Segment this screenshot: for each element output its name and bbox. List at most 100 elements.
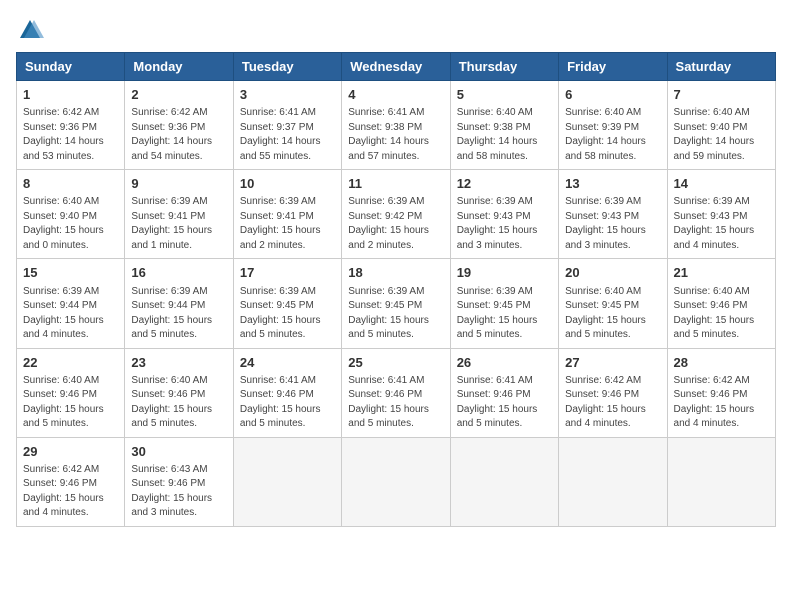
day-number: 18 bbox=[348, 264, 443, 282]
calendar-cell: 4 Sunrise: 6:41 AMSunset: 9:38 PMDaylight… bbox=[342, 81, 450, 170]
day-number: 25 bbox=[348, 354, 443, 372]
day-info: Sunrise: 6:39 AMSunset: 9:41 PMDaylight:… bbox=[131, 195, 226, 253]
day-number: 28 bbox=[674, 354, 769, 372]
calendar-cell: 14 Sunrise: 6:39 AMSunset: 9:43 PMDayligh… bbox=[667, 170, 775, 259]
day-number: 17 bbox=[240, 264, 335, 282]
day-info: Sunrise: 6:41 AMSunset: 9:37 PMDaylight:… bbox=[240, 106, 335, 164]
day-number: 22 bbox=[23, 354, 118, 372]
day-info: Sunrise: 6:42 AMSunset: 9:36 PMDaylight:… bbox=[23, 106, 118, 164]
day-info: Sunrise: 6:39 AMSunset: 9:44 PMDaylight:… bbox=[131, 285, 226, 343]
day-number: 15 bbox=[23, 264, 118, 282]
calendar-cell: 16 Sunrise: 6:39 AMSunset: 9:44 PMDayligh… bbox=[125, 259, 233, 348]
column-header-thursday: Thursday bbox=[450, 53, 558, 81]
day-info: Sunrise: 6:39 AMSunset: 9:41 PMDaylight:… bbox=[240, 195, 335, 253]
calendar-week-3: 15 Sunrise: 6:39 AMSunset: 9:44 PMDayligh… bbox=[17, 259, 776, 348]
calendar-cell: 28Sunrise: 6:42 AMSunset: 9:46 PMDayligh… bbox=[667, 348, 775, 437]
column-header-sunday: Sunday bbox=[17, 53, 125, 81]
day-number: 1 bbox=[23, 86, 118, 104]
day-number: 21 bbox=[674, 264, 769, 282]
day-number: 8 bbox=[23, 175, 118, 193]
calendar-cell bbox=[559, 437, 667, 526]
calendar-cell: 15 Sunrise: 6:39 AMSunset: 9:44 PMDayligh… bbox=[17, 259, 125, 348]
calendar-week-1: 1 Sunrise: 6:42 AMSunset: 9:36 PMDaylight… bbox=[17, 81, 776, 170]
calendar-header-row: SundayMondayTuesdayWednesdayThursdayFrid… bbox=[17, 53, 776, 81]
day-info: Sunrise: 6:41 AMSunset: 9:46 PMDaylight:… bbox=[240, 374, 335, 432]
day-number: 20 bbox=[565, 264, 660, 282]
day-info: Sunrise: 6:39 AMSunset: 9:43 PMDaylight:… bbox=[457, 195, 552, 253]
calendar-table: SundayMondayTuesdayWednesdayThursdayFrid… bbox=[16, 52, 776, 527]
day-info: Sunrise: 6:40 AMSunset: 9:46 PMDaylight:… bbox=[23, 374, 118, 432]
day-info: Sunrise: 6:39 AMSunset: 9:45 PMDaylight:… bbox=[457, 285, 552, 343]
calendar-cell: 27Sunrise: 6:42 AMSunset: 9:46 PMDayligh… bbox=[559, 348, 667, 437]
day-info: Sunrise: 6:40 AMSunset: 9:38 PMDaylight:… bbox=[457, 106, 552, 164]
day-number: 11 bbox=[348, 175, 443, 193]
day-info: Sunrise: 6:39 AMSunset: 9:43 PMDaylight:… bbox=[565, 195, 660, 253]
calendar-cell: 3 Sunrise: 6:41 AMSunset: 9:37 PMDaylight… bbox=[233, 81, 341, 170]
day-number: 10 bbox=[240, 175, 335, 193]
day-info: Sunrise: 6:40 AMSunset: 9:46 PMDaylight:… bbox=[674, 285, 769, 343]
calendar-cell: 7 Sunrise: 6:40 AMSunset: 9:40 PMDaylight… bbox=[667, 81, 775, 170]
day-info: Sunrise: 6:40 AMSunset: 9:45 PMDaylight:… bbox=[565, 285, 660, 343]
day-number: 6 bbox=[565, 86, 660, 104]
calendar-cell: 23Sunrise: 6:40 AMSunset: 9:46 PMDayligh… bbox=[125, 348, 233, 437]
day-number: 24 bbox=[240, 354, 335, 372]
calendar-cell: 12 Sunrise: 6:39 AMSunset: 9:43 PMDayligh… bbox=[450, 170, 558, 259]
day-number: 19 bbox=[457, 264, 552, 282]
day-number: 9 bbox=[131, 175, 226, 193]
calendar-cell: 10 Sunrise: 6:39 AMSunset: 9:41 PMDayligh… bbox=[233, 170, 341, 259]
calendar-cell: 11 Sunrise: 6:39 AMSunset: 9:42 PMDayligh… bbox=[342, 170, 450, 259]
day-info: Sunrise: 6:39 AMSunset: 9:43 PMDaylight:… bbox=[674, 195, 769, 253]
column-header-monday: Monday bbox=[125, 53, 233, 81]
day-info: Sunrise: 6:41 AMSunset: 9:46 PMDaylight:… bbox=[457, 374, 552, 432]
day-info: Sunrise: 6:39 AMSunset: 9:42 PMDaylight:… bbox=[348, 195, 443, 253]
day-number: 30 bbox=[131, 443, 226, 461]
day-info: Sunrise: 6:39 AMSunset: 9:45 PMDaylight:… bbox=[240, 285, 335, 343]
calendar-cell: 9 Sunrise: 6:39 AMSunset: 9:41 PMDaylight… bbox=[125, 170, 233, 259]
day-info: Sunrise: 6:42 AMSunset: 9:46 PMDaylight:… bbox=[23, 463, 118, 521]
calendar-cell: 25 Sunrise: 6:41 AMSunset: 9:46 PMDayligh… bbox=[342, 348, 450, 437]
day-number: 13 bbox=[565, 175, 660, 193]
page-header bbox=[16, 16, 776, 44]
calendar-cell: 22 Sunrise: 6:40 AMSunset: 9:46 PMDayligh… bbox=[17, 348, 125, 437]
day-number: 7 bbox=[674, 86, 769, 104]
calendar-cell bbox=[450, 437, 558, 526]
day-number: 27 bbox=[565, 354, 660, 372]
calendar-cell: 19 Sunrise: 6:39 AMSunset: 9:45 PMDayligh… bbox=[450, 259, 558, 348]
day-info: Sunrise: 6:39 AMSunset: 9:44 PMDaylight:… bbox=[23, 285, 118, 343]
column-header-tuesday: Tuesday bbox=[233, 53, 341, 81]
day-info: Sunrise: 6:43 AMSunset: 9:46 PMDaylight:… bbox=[131, 463, 226, 521]
logo-icon bbox=[16, 16, 44, 44]
day-info: Sunrise: 6:41 AMSunset: 9:38 PMDaylight:… bbox=[348, 106, 443, 164]
day-number: 23 bbox=[131, 354, 226, 372]
day-number: 4 bbox=[348, 86, 443, 104]
day-number: 12 bbox=[457, 175, 552, 193]
calendar-cell: 17 Sunrise: 6:39 AMSunset: 9:45 PMDayligh… bbox=[233, 259, 341, 348]
day-info: Sunrise: 6:41 AMSunset: 9:46 PMDaylight:… bbox=[348, 374, 443, 432]
day-number: 16 bbox=[131, 264, 226, 282]
calendar-cell bbox=[342, 437, 450, 526]
calendar-cell: 26 Sunrise: 6:41 AMSunset: 9:46 PMDayligh… bbox=[450, 348, 558, 437]
calendar-cell: 30 Sunrise: 6:43 AMSunset: 9:46 PMDayligh… bbox=[125, 437, 233, 526]
calendar-cell: 24 Sunrise: 6:41 AMSunset: 9:46 PMDayligh… bbox=[233, 348, 341, 437]
day-info: Sunrise: 6:40 AMSunset: 9:40 PMDaylight:… bbox=[23, 195, 118, 253]
calendar-cell bbox=[667, 437, 775, 526]
calendar-cell: 21 Sunrise: 6:40 AMSunset: 9:46 PMDayligh… bbox=[667, 259, 775, 348]
day-info: Sunrise: 6:40 AMSunset: 9:40 PMDaylight:… bbox=[674, 106, 769, 164]
day-number: 29 bbox=[23, 443, 118, 461]
calendar-cell: 6 Sunrise: 6:40 AMSunset: 9:39 PMDaylight… bbox=[559, 81, 667, 170]
day-number: 26 bbox=[457, 354, 552, 372]
column-header-wednesday: Wednesday bbox=[342, 53, 450, 81]
day-number: 3 bbox=[240, 86, 335, 104]
calendar-cell: 20 Sunrise: 6:40 AMSunset: 9:45 PMDayligh… bbox=[559, 259, 667, 348]
calendar-cell: 13 Sunrise: 6:39 AMSunset: 9:43 PMDayligh… bbox=[559, 170, 667, 259]
day-info: Sunrise: 6:40 AMSunset: 9:39 PMDaylight:… bbox=[565, 106, 660, 164]
calendar-cell: 1 Sunrise: 6:42 AMSunset: 9:36 PMDaylight… bbox=[17, 81, 125, 170]
calendar-week-5: 29 Sunrise: 6:42 AMSunset: 9:46 PMDayligh… bbox=[17, 437, 776, 526]
calendar-cell: 29 Sunrise: 6:42 AMSunset: 9:46 PMDayligh… bbox=[17, 437, 125, 526]
day-number: 5 bbox=[457, 86, 552, 104]
day-info: Sunrise: 6:39 AMSunset: 9:45 PMDaylight:… bbox=[348, 285, 443, 343]
day-number: 14 bbox=[674, 175, 769, 193]
logo bbox=[16, 16, 48, 44]
day-number: 2 bbox=[131, 86, 226, 104]
calendar-week-4: 22 Sunrise: 6:40 AMSunset: 9:46 PMDayligh… bbox=[17, 348, 776, 437]
